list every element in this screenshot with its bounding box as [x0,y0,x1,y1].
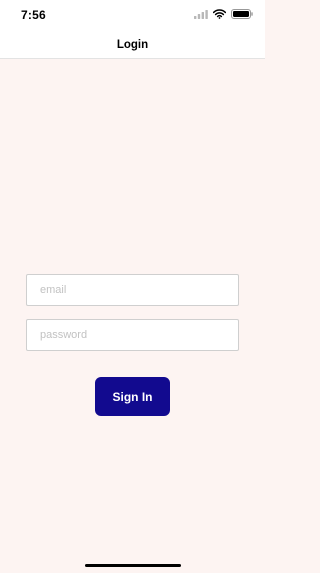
home-indicator [85,564,181,567]
login-screen: 7:56 Login email Sign In [0,0,265,573]
password-field[interactable] [26,319,239,351]
status-time: 7:56 [21,8,46,22]
status-bar: 7:56 [0,0,265,32]
status-icons [194,9,253,20]
sign-in-button[interactable]: Sign In [95,377,170,416]
wifi-icon [212,6,227,24]
page-title: Login [116,39,149,51]
signal-icon [194,6,208,24]
battery-icon [231,6,253,24]
email-field[interactable] [26,274,239,306]
nav-bar: Login [0,32,265,59]
